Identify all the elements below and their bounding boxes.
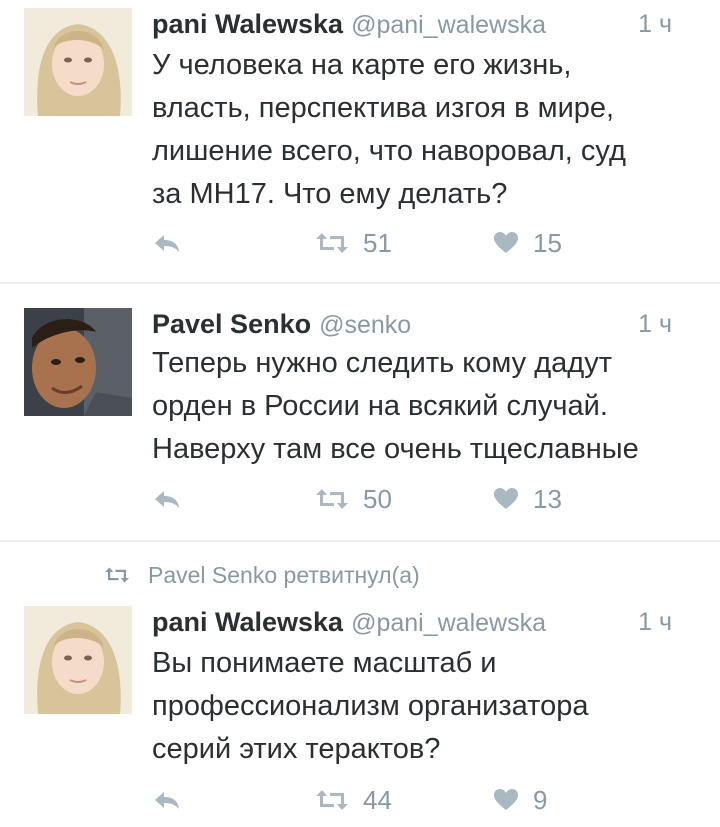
reply-icon	[152, 231, 182, 255]
reply-icon	[152, 788, 182, 812]
author-handle[interactable]: @pani_walewska	[351, 11, 546, 39]
tweet-text: Вы понимаете масштаб и профессионализм о…	[152, 647, 589, 765]
tweet-time[interactable]: 1 ч	[638, 4, 672, 44]
retweet-icon	[315, 487, 349, 511]
reply-button[interactable]	[152, 782, 182, 818]
tweet-actions: 50 13	[152, 481, 720, 517]
retweet-context-label: Pavel Senko ретвитнул(а)	[148, 561, 420, 588]
like-count: 15	[533, 227, 562, 258]
tweet-text: Теперь нужно следить кому дадут орден в …	[152, 347, 639, 465]
retweet-icon	[315, 788, 349, 812]
like-count: 13	[533, 483, 562, 514]
tweet-header: pani Walewska @pani_walewska 1 ч	[152, 4, 696, 44]
retweet-count: 44	[363, 784, 392, 815]
reply-button[interactable]	[152, 225, 182, 261]
tweet-actions: 51 15	[152, 225, 720, 261]
like-button[interactable]: 15	[493, 225, 562, 261]
tweet-3[interactable]: Pavel Senko ретвитнул(а) pani Walewska @p…	[0, 542, 720, 827]
author-handle[interactable]: @pani_walewska	[351, 609, 546, 637]
avatar[interactable]	[24, 308, 132, 416]
author-name[interactable]: pani Walewska	[152, 9, 343, 39]
retweet-button[interactable]: 51	[315, 225, 392, 261]
avatar[interactable]	[24, 8, 132, 116]
heart-icon	[493, 487, 519, 511]
like-button[interactable]: 9	[493, 782, 547, 818]
author-name[interactable]: Pavel Senko	[152, 309, 311, 339]
reply-icon	[152, 487, 182, 511]
retweet-button[interactable]: 50	[315, 481, 392, 517]
tweet-header: pani Walewska @pani_walewska 1 ч	[152, 602, 696, 642]
like-button[interactable]: 13	[493, 481, 562, 517]
retweet-icon	[104, 566, 130, 584]
like-count: 9	[533, 784, 548, 815]
heart-icon	[493, 231, 519, 255]
retweet-count: 50	[363, 483, 392, 514]
tweet-time[interactable]: 1 ч	[638, 304, 672, 344]
retweet-icon	[315, 231, 349, 255]
retweet-button[interactable]: 44	[315, 782, 392, 818]
tweet-1[interactable]: pani Walewska @pani_walewska 1 ч У челове…	[0, 0, 720, 282]
tweet-text: У человека на карте его жизнь, власть, п…	[152, 49, 626, 210]
heart-icon	[493, 788, 519, 812]
reply-button[interactable]	[152, 481, 182, 517]
retweet-context[interactable]: Pavel Senko ретвитнул(а)	[104, 558, 420, 592]
tweet-header: Pavel Senko @senko 1 ч	[152, 304, 696, 344]
tweet-time[interactable]: 1 ч	[638, 602, 672, 642]
tweet-actions: 44 9	[152, 782, 720, 818]
author-name[interactable]: pani Walewska	[152, 607, 343, 637]
avatar[interactable]	[24, 606, 132, 714]
retweet-count: 51	[363, 227, 392, 258]
author-handle[interactable]: @senko	[319, 311, 411, 339]
tweet-2[interactable]: Pavel Senko @senko 1 ч Теперь нужно следи…	[0, 284, 720, 540]
